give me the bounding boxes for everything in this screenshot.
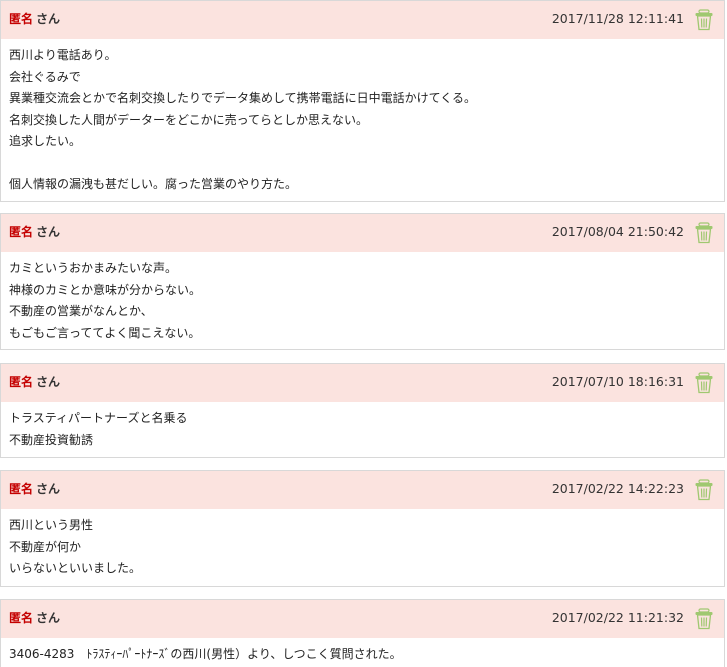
trash-icon[interactable] [694,222,714,244]
comment-line: 会社ぐるみで [9,69,81,84]
comment-author: 匿名 さん [9,611,60,625]
author-name: 匿名 [9,375,34,389]
comment-line: トラスティパートナーズと名乗る [9,411,188,425]
comment-line: カミというおかまみたいな声。 [9,261,178,275]
comment-line: 神様のカミとか意味が分からない。 [9,282,202,297]
author-name: 匿名 [9,482,34,496]
comment-body: 西川という男性 不動産が何か いらないといいました。 [1,509,724,580]
comment-header: 匿名 さん 2017/08/04 21:50:42 [1,214,724,252]
comment-body: カミというおかまみたいな声。 神様のカミとか意味が分からない。 不動産の営業がな… [1,252,724,344]
comment-item: 匿名 さん 2017/08/04 21:50:42 カミというおかまみたいな声。 … [0,213,725,350]
author-honorific: さん [36,482,61,496]
comment-line [9,153,716,175]
comment-line: 異業種交流会とかで名刺交換したりでデータ集めして携帯電話に日中電話かけてくる。 [9,91,477,105]
trash-icon[interactable] [694,372,714,394]
comment-header: 匿名 さん 2017/11/28 12:11:41 [1,1,724,39]
comment-body: 西川より電話あり。 会社ぐるみで 異業種交流会とかで名刺交換したりでデータ集めし… [1,39,724,196]
comment-line: 個人情報の漏洩も甚だしい。腐った営業のやり方た。 [9,177,298,191]
comment-line: もごもご言っててよく聞こえない。 [9,325,201,340]
trash-icon[interactable] [694,479,714,501]
comment-line: 西川より電話あり。 [9,48,117,62]
comment-header: 匿名 さん 2017/02/22 11:21:32 [1,600,724,638]
comment-body: トラスティパートナーズと名乗る 不動産投資勧誘 [1,402,724,451]
comment-author: 匿名 さん [9,225,60,239]
comment-item: 匿名 さん 2017/07/10 18:16:31 トラスティパートナーズと名乗る… [0,363,725,458]
author-honorific: さん [36,225,61,239]
comment-line: 名刺交換した人間がデーターをどこかに売ってらとしか思えない。 [9,112,369,127]
comment-date: 2017/11/28 12:11:41 [551,11,684,26]
comment-line: 西川という男性 [9,518,94,532]
author-honorific: さん [36,375,61,389]
trash-icon[interactable] [694,9,714,31]
author-name: 匿名 [9,611,34,625]
comment-line: 追求したい。 [9,134,82,148]
comment-item: 匿名 さん 2017/11/28 12:11:41 西川より電話あり。 会社ぐるみ… [0,0,725,202]
comment-line: 不動産の営業がなんとか、 [9,304,153,318]
comment-date: 2017/07/10 18:16:31 [551,374,684,389]
author-name: 匿名 [9,225,34,239]
comment-body: 3406-4283 ﾄﾗｽﾃｨｰﾊﾟｰﾄﾅｰｽﾞの西川(男性）より、しつこく質問… [1,638,724,666]
author-honorific: さん [36,611,61,625]
comment-line: 3406-4283 ﾄﾗｽﾃｨｰﾊﾟｰﾄﾅｰｽﾞの西川(男性）より、しつこく質問… [9,647,402,661]
comment-author: 匿名 さん [9,375,60,389]
comment-line: 不動産が何か [9,539,82,554]
author-honorific: さん [36,12,61,26]
comment-item: 匿名 さん 2017/02/22 11:21:32 3406-4283 ﾄﾗｽﾃｨ… [0,599,725,667]
comment-date: 2017/02/22 14:22:23 [551,481,684,496]
comment-date: 2017/08/04 21:50:42 [551,224,684,239]
comment-line: いらないといいました。 [9,561,142,575]
comment-author: 匿名 さん [9,12,60,26]
author-name: 匿名 [9,12,34,26]
comment-line: 不動産投資勧誘 [9,432,94,447]
comment-header: 匿名 さん 2017/02/22 14:22:23 [1,471,724,509]
comment-author: 匿名 さん [9,482,60,496]
comment-item: 匿名 さん 2017/02/22 14:22:23 西川という男性 不動産が何か … [0,470,725,587]
comment-header: 匿名 さん 2017/07/10 18:16:31 [1,364,724,402]
comment-date: 2017/02/22 11:21:32 [551,610,684,625]
trash-icon[interactable] [694,608,714,630]
